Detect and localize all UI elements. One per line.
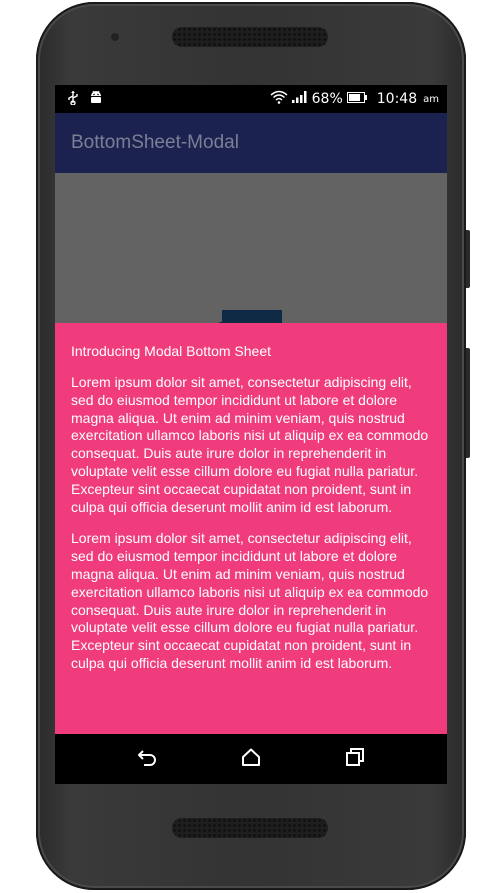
phone-screen: 68% 10:48 am BottomSheet-Modal Introduci…	[55, 85, 447, 784]
nav-recents-button[interactable]	[335, 739, 375, 779]
home-icon	[241, 748, 261, 770]
modal-bottom-sheet[interactable]: Introducing Modal Bottom Sheet Lorem ips…	[55, 323, 447, 734]
nav-back-button[interactable]	[127, 739, 167, 779]
bottom-speaker-grille	[172, 818, 328, 838]
front-camera	[111, 33, 119, 41]
battery-percent: 68%	[311, 91, 343, 107]
top-speaker-grille	[172, 27, 328, 47]
status-bar: 68% 10:48 am	[55, 85, 447, 113]
device-frame-stage: 68% 10:48 am BottomSheet-Modal Introduci…	[0, 0, 500, 893]
signal-icon	[291, 91, 308, 107]
usb-icon	[67, 90, 79, 109]
navigation-bar	[55, 734, 447, 784]
clock-time: 10:48	[376, 91, 418, 107]
sheet-paragraph: Lorem ipsum dolor sit amet, consectetur …	[71, 374, 429, 515]
sheet-paragraph: Lorem ipsum dolor sit amet, consectetur …	[71, 530, 429, 671]
sheet-heading: Introducing Modal Bottom Sheet	[71, 343, 272, 359]
back-icon	[137, 748, 157, 770]
recents-icon	[346, 748, 364, 770]
app-toolbar: BottomSheet-Modal	[55, 113, 447, 173]
nav-home-button[interactable]	[231, 739, 271, 779]
battery-icon	[346, 91, 367, 107]
clock-ampm: am	[423, 93, 439, 105]
android-debug-icon	[89, 90, 103, 109]
wifi-icon	[270, 90, 288, 108]
app-title: BottomSheet-Modal	[71, 132, 239, 153]
